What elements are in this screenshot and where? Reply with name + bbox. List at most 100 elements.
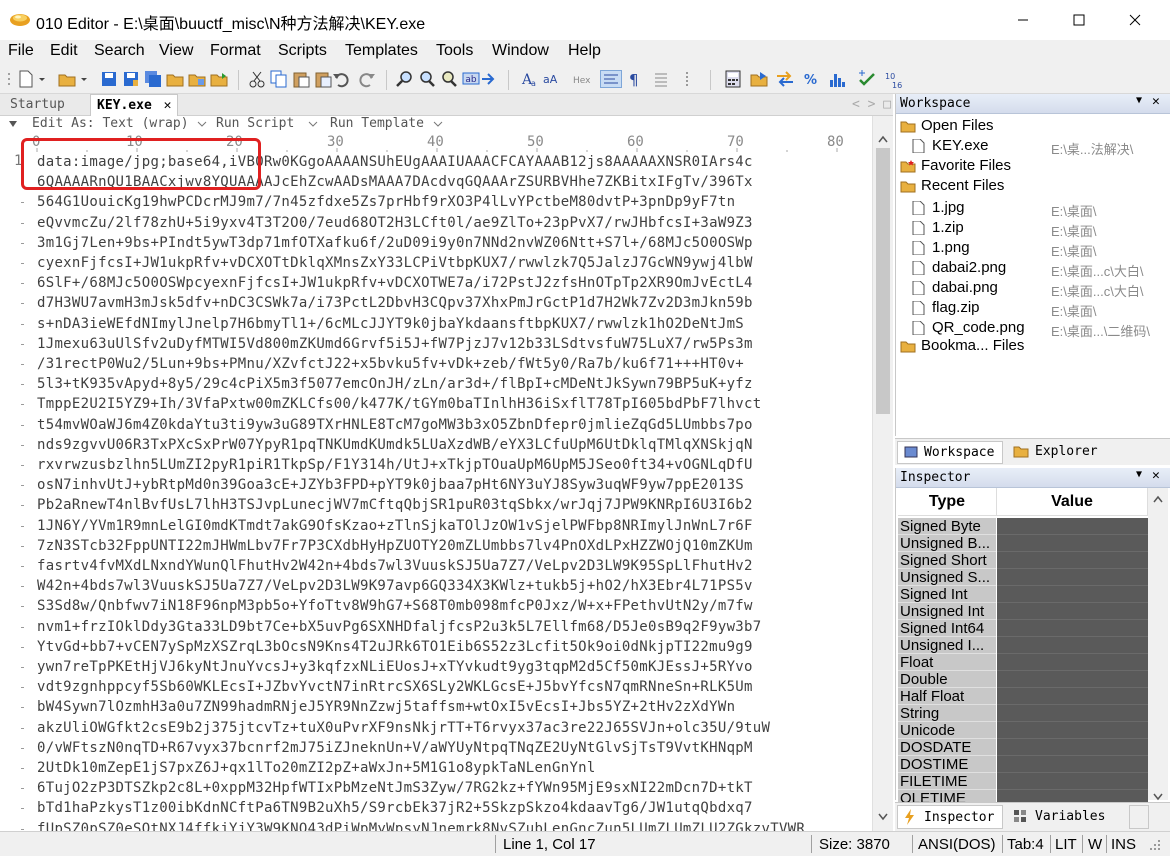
paste-special-icon[interactable] [314,70,332,88]
show-whitespace-icon[interactable]: ¶ [626,70,644,89]
template-icon[interactable] [750,70,768,88]
tab-explorer[interactable]: Explorer [1009,441,1115,464]
close-button[interactable] [1112,0,1158,40]
tab-inspector[interactable]: Inspector [897,805,1003,829]
inspector-row[interactable]: String [898,705,1148,722]
inspector-row[interactable]: Unsigned B... [898,535,1148,552]
scrollbar-thumb[interactable] [876,148,890,414]
text-line[interactable]: 5l3+tK935vApyd+8y5/29c4cPiX5m3f5077emcOn… [37,374,753,394]
inspector-value-cell[interactable] [997,773,1148,790]
compare-icon[interactable] [776,70,794,88]
chevron-down-icon[interactable] [197,117,207,135]
value-column-header[interactable]: Value [997,488,1148,516]
scroll-up-icon[interactable] [878,130,888,147]
tab-workspace[interactable]: Workspace [897,441,1003,464]
open-folder-icon[interactable] [58,70,76,88]
text-line[interactable]: TmppE2U2I5YZ9+Ih/3VfaPxtw00mZKLCfs00/k47… [37,394,761,414]
ruler-icon[interactable] [678,70,696,88]
inspector-row[interactable]: Half Float [898,688,1148,705]
inspector-value-cell[interactable] [997,688,1148,705]
text-line[interactable]: ywn7reTpPKEtHjVJ6kyNtJnuYvcsJ+y3kqfzxNLi… [37,657,753,677]
run-template-button[interactable]: Run Template [330,116,424,131]
menu-search[interactable]: Search [94,42,145,60]
vertical-scrollbar[interactable] [872,116,893,831]
text-line[interactable]: nvm1+frzIOklDdy3Gta33LD9bt7Ce+bX5uvPg6SX… [37,617,761,637]
save-all-icon[interactable] [144,70,162,88]
text-line[interactable]: bW4Sywn7lOzmhH3a0u7ZN99hadmRNjeJ5YR9NnZz… [37,697,735,717]
find-in-files-icon[interactable] [440,70,458,88]
paste-icon[interactable] [292,70,310,88]
inspector-row[interactable]: Unsigned Int [898,603,1148,620]
menu-view[interactable]: View [159,42,193,60]
menu-scripts[interactable]: Scripts [278,42,327,60]
scroll-up-icon[interactable] [1153,490,1163,507]
undo-icon[interactable] [332,70,350,88]
tab-navigation[interactable]: < > □ [846,94,897,116]
inspector-row[interactable]: Signed Byte [898,518,1148,535]
recent-files-group[interactable]: Recent Files [921,177,1004,194]
inspector-row[interactable]: Signed Short [898,552,1148,569]
text-line[interactable]: 0/vWFtszN0nqTD+R67vyx37bcnrf2mJ75iZJnekn… [37,738,753,758]
close-file-icon[interactable] [166,70,184,88]
text-line[interactable]: vdt9zgnhppcyf5Sb60WKLEcsI+JZbvYvctN7inRt… [37,677,753,697]
tab-startup[interactable]: Startup [4,94,71,116]
inspector-row[interactable]: FILETIME [898,773,1148,790]
inspector-row[interactable]: Unsigned I... [898,637,1148,654]
menu-help[interactable]: Help [568,42,601,60]
inspector-value-cell[interactable] [997,518,1148,535]
text-line[interactable]: 6TujO2zP3DTSZkp2c8L+0xppM32HpfWTIxPbMzeN… [37,778,753,798]
text-line[interactable]: osN7inhvUtJ+ybRtpMd0n39Goa3cE+JZYb3FPD+p… [37,475,744,495]
inspector-value-cell[interactable] [997,603,1148,620]
type-column-header[interactable]: Type [898,488,997,516]
recent-files-icon[interactable] [210,70,228,88]
run-script-button[interactable]: Run Script [216,116,294,131]
percent-icon[interactable]: % [802,70,820,88]
tab-overflow[interactable] [1129,805,1149,829]
text-editor[interactable]: data:image/jpg;base64,iVBORw0KGgoAAAANSU… [37,152,872,831]
text-line[interactable]: 1Jmexu63uUlSfv2uDyfMTWI5Vd800mZKUmd6Grvf… [37,334,753,354]
text-line[interactable]: eQvvmcZu/2lf78zhU+5i9yxv4T3T2O0/7eud68OT… [37,213,753,233]
calculator-icon[interactable] [724,70,742,88]
open-dropdown-icon[interactable] [80,70,88,88]
recent-file-name[interactable]: 1.png [932,239,970,256]
text-line[interactable]: 3m1Gj7Len+9bs+PIndt5ywT3dp71mfOTXafku6f/… [37,233,753,253]
text-line[interactable]: 7zN3STcb32FppUNTI22mJHWmLbv7Fr7P3CXdbHyH… [37,536,753,556]
text-line[interactable]: t54mvWOaWJ6m4Z0kdaYtu3ti9yw3uG89TXrHNLE8… [37,415,753,435]
write-mode-indicator[interactable]: W [1088,836,1102,853]
encoding-indicator[interactable]: ANSI(DOS) [918,836,996,853]
panel-close-icon[interactable]: ✕ [1152,468,1160,483]
hex-mode-icon[interactable]: Hex [572,70,596,88]
recent-file-name[interactable]: 1.jpg [932,199,965,216]
checksum-icon[interactable] [858,70,876,88]
editor-options-icon[interactable] [8,117,18,135]
recent-file-name[interactable]: QR_code.png [932,319,1025,336]
panel-dropdown-icon[interactable]: ▼ [1136,95,1142,106]
recent-file-name[interactable]: 1.zip [932,219,964,236]
find-strings-icon[interactable]: ab [462,70,480,88]
histogram-icon[interactable] [828,70,846,88]
word-wrap-icon[interactable] [600,70,622,88]
font-icon[interactable]: Aa [520,70,538,88]
maximize-button[interactable] [1056,0,1102,40]
endian-indicator[interactable]: LIT [1055,836,1077,853]
tab-close-icon[interactable]: ✕ [164,98,172,113]
text-line[interactable]: rxvrwzusbzlhn5LUmZI2pyR1piR1TkpSp/F1Y314… [37,455,753,475]
inspector-value-cell[interactable] [997,535,1148,552]
text-line[interactable]: d7H3WU7avmH3mJsk5dfv+nDC3CSWk7a/i73PctL2… [37,293,753,313]
panel-close-icon[interactable]: ✕ [1152,94,1160,109]
inspector-row[interactable]: Unicode [898,722,1148,739]
text-line[interactable]: 6SlF+/68MJc5O0OSWpcyexnFjfcsI+JW1ukpRfv+… [37,273,753,293]
resize-grip-icon[interactable] [1148,838,1162,856]
menu-templates[interactable]: Templates [345,42,418,60]
menu-edit[interactable]: Edit [50,42,78,60]
inspector-value-cell[interactable] [997,654,1148,671]
text-mode-icon[interactable]: aA [542,70,560,88]
inspector-row[interactable]: DOSTIME [898,756,1148,773]
inspector-value-cell[interactable] [997,722,1148,739]
inspector-value-cell[interactable] [997,586,1148,603]
open-files-group[interactable]: Open Files [921,117,994,134]
text-line[interactable]: 2UtDk10mZepE1jS7pxZ6J+qx1lTo20mZI2pZ+aWx… [37,758,596,778]
inspector-value-cell[interactable] [997,671,1148,688]
inspector-row[interactable]: Signed Int [898,586,1148,603]
inspector-row[interactable]: Unsigned S... [898,569,1148,586]
